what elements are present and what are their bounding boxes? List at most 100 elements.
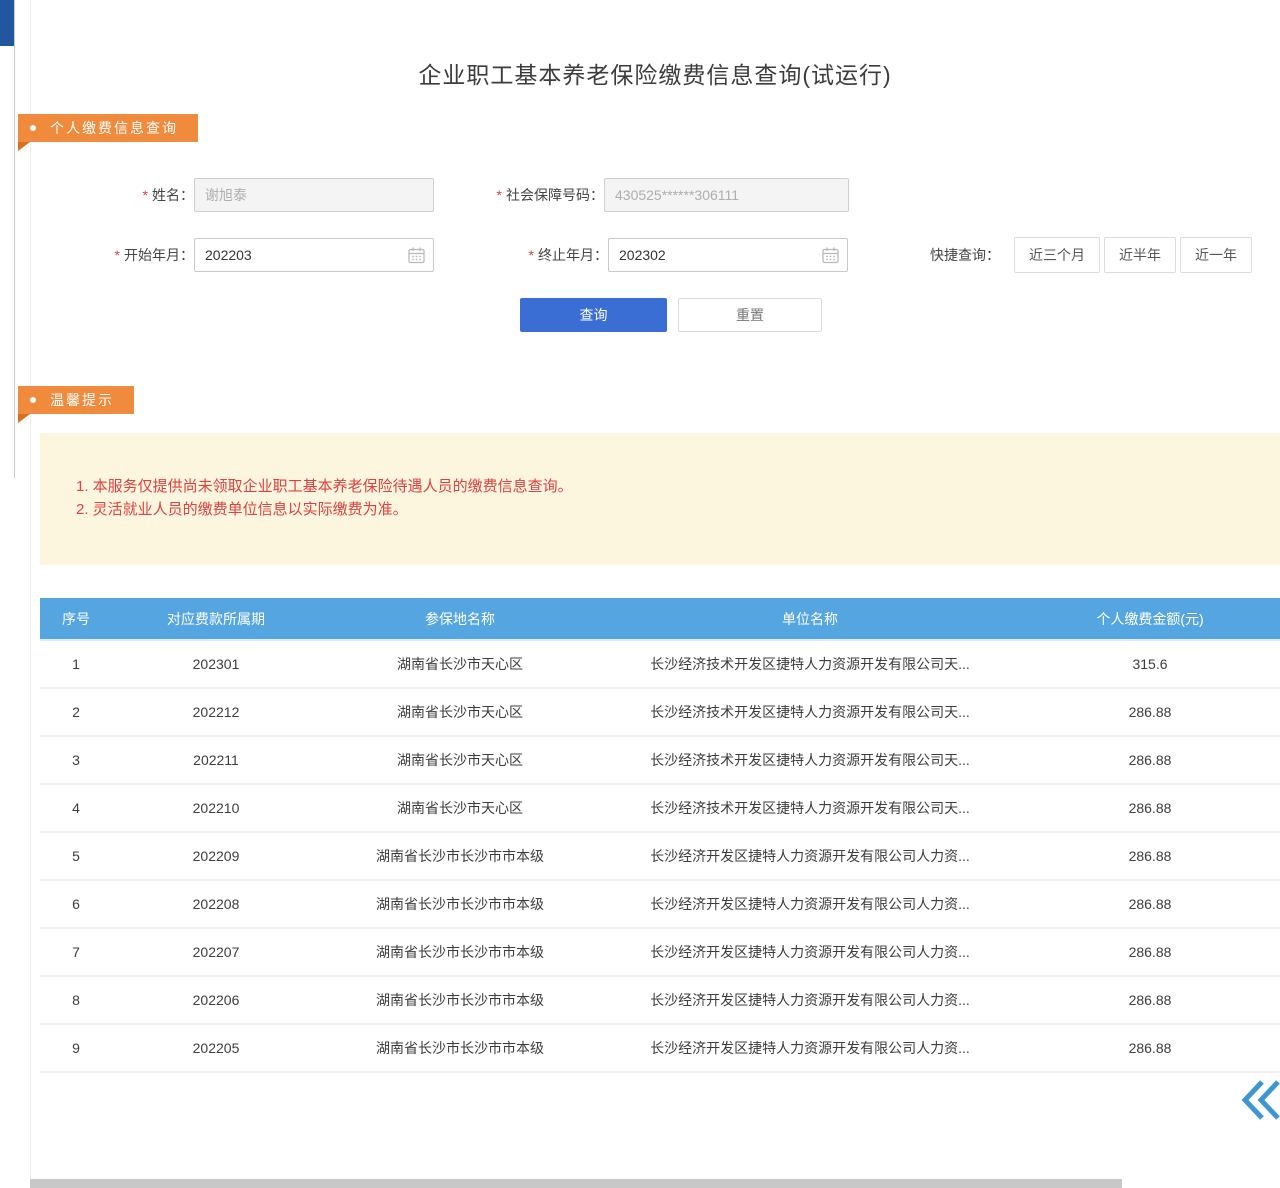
table-cell: 286.88: [1020, 688, 1280, 736]
required-asterisk: *: [115, 247, 120, 263]
table-header-cell: 对应费款所属期: [112, 598, 320, 640]
table-cell: 长沙经济开发区捷特人力资源开发有限公司人力资...: [600, 880, 1020, 928]
quick-query-label: 快捷查询：: [930, 245, 1000, 265]
bullet-icon: [30, 125, 36, 131]
left-divider: [14, 0, 15, 478]
table-cell: 202212: [112, 688, 320, 736]
table-cell: 3: [40, 736, 112, 784]
table-cell: 202206: [112, 976, 320, 1024]
required-asterisk: *: [529, 247, 534, 263]
section-badge-tips: 温馨提示: [18, 386, 134, 414]
table-cell: 202301: [112, 640, 320, 688]
table-cell: 286.88: [1020, 832, 1280, 880]
table-header-cell: 个人缴费金额(元): [1020, 598, 1280, 640]
end-month-field-group: *终止年月：: [498, 238, 848, 272]
start-month-input[interactable]: [194, 238, 434, 272]
form-actions: 查询 重置: [520, 298, 822, 332]
table-row: 8202206湖南省长沙市长沙市市本级长沙经济开发区捷特人力资源开发有限公司人力…: [40, 976, 1280, 1024]
table-header-cell: 单位名称: [600, 598, 1020, 640]
table-cell: 202211: [112, 736, 320, 784]
section-badge-personal-query: 个人缴费信息查询: [18, 114, 198, 142]
calendar-icon[interactable]: [822, 247, 839, 264]
table-cell: 202209: [112, 832, 320, 880]
table-header-row: 序号对应费款所属期参保地名称单位名称个人缴费金额(元): [40, 598, 1280, 640]
table-row: 5202209湖南省长沙市长沙市市本级长沙经济开发区捷特人力资源开发有限公司人力…: [40, 832, 1280, 880]
ssn-label: *社会保障号码：: [452, 185, 604, 205]
required-asterisk: *: [143, 187, 148, 203]
table-header-cell: 序号: [40, 598, 112, 640]
table-cell: 4: [40, 784, 112, 832]
tips-line: 1. 本服务仅提供尚未领取企业职工基本养老保险待遇人员的缴费信息查询。: [76, 475, 1260, 498]
table-cell: 286.88: [1020, 784, 1280, 832]
name-field-group: *姓名：: [88, 178, 434, 212]
table-cell: 286.88: [1020, 736, 1280, 784]
tips-line: 2. 灵活就业人员的缴费单位信息以实际缴费为准。: [76, 498, 1260, 521]
table-cell: 202207: [112, 928, 320, 976]
quick-1year-button[interactable]: 近一年: [1180, 237, 1252, 273]
double-chevron-left-icon[interactable]: [1240, 1076, 1280, 1124]
table-cell: 286.88: [1020, 928, 1280, 976]
payment-table: 序号对应费款所属期参保地名称单位名称个人缴费金额(元) 1202301湖南省长沙…: [40, 598, 1280, 1073]
table-cell: 长沙经济开发区捷特人力资源开发有限公司人力资...: [600, 928, 1020, 976]
start-month-field-group: *开始年月：: [84, 238, 434, 272]
table-row: 7202207湖南省长沙市长沙市市本级长沙经济开发区捷特人力资源开发有限公司人力…: [40, 928, 1280, 976]
table-cell: 315.6: [1020, 640, 1280, 688]
table-cell: 286.88: [1020, 976, 1280, 1024]
table-cell: 湖南省长沙市长沙市市本级: [320, 880, 600, 928]
table-row: 2202212湖南省长沙市天心区长沙经济技术开发区捷特人力资源开发有限公司天..…: [40, 688, 1280, 736]
table-row: 6202208湖南省长沙市长沙市市本级长沙经济开发区捷特人力资源开发有限公司人力…: [40, 880, 1280, 928]
bottom-scrollbar[interactable]: [30, 1179, 1122, 1188]
table-header-cell: 参保地名称: [320, 598, 600, 640]
table-cell: 长沙经济开发区捷特人力资源开发有限公司人力资...: [600, 832, 1020, 880]
table-cell: 长沙经济技术开发区捷特人力资源开发有限公司天...: [600, 688, 1020, 736]
table-cell: 湖南省长沙市长沙市市本级: [320, 1024, 600, 1072]
pension-query-page: 企业职工基本养老保险缴费信息查询(试运行) 个人缴费信息查询 *姓名： *社会保…: [0, 0, 1280, 1188]
table-cell: 2: [40, 688, 112, 736]
name-input: [194, 178, 434, 212]
quick-halfyear-button[interactable]: 近半年: [1104, 237, 1176, 273]
table-cell: 7: [40, 928, 112, 976]
table-cell: 9: [40, 1024, 112, 1072]
quick-3months-button[interactable]: 近三个月: [1014, 237, 1100, 273]
table-cell: 长沙经济开发区捷特人力资源开发有限公司人力资...: [600, 1024, 1020, 1072]
end-month-label: *终止年月：: [498, 245, 608, 265]
table-cell: 湖南省长沙市天心区: [320, 640, 600, 688]
table-row: 4202210湖南省长沙市天心区长沙经济技术开发区捷特人力资源开发有限公司天..…: [40, 784, 1280, 832]
ssn-field-group: *社会保障号码：: [452, 178, 849, 212]
section-badge-label: 温馨提示: [50, 390, 114, 410]
corner-accent: [0, 0, 14, 46]
name-label: *姓名：: [88, 185, 194, 205]
reset-button[interactable]: 重置: [678, 298, 822, 332]
query-button[interactable]: 查询: [520, 298, 667, 332]
table-cell: 湖南省长沙市天心区: [320, 784, 600, 832]
table-cell: 286.88: [1020, 1024, 1280, 1072]
required-asterisk: *: [497, 187, 502, 203]
table-row: 9202205湖南省长沙市长沙市市本级长沙经济开发区捷特人力资源开发有限公司人力…: [40, 1024, 1280, 1072]
table-cell: 长沙经济技术开发区捷特人力资源开发有限公司天...: [600, 640, 1020, 688]
quick-query-group: 快捷查询： 近三个月 近半年 近一年: [930, 238, 1252, 272]
table-cell: 湖南省长沙市天心区: [320, 736, 600, 784]
page-title: 企业职工基本养老保险缴费信息查询(试运行): [30, 56, 1280, 90]
table-cell: 6: [40, 880, 112, 928]
table-cell: 1: [40, 640, 112, 688]
table-cell: 长沙经济技术开发区捷特人力资源开发有限公司天...: [600, 784, 1020, 832]
table-cell: 202208: [112, 880, 320, 928]
table-cell: 长沙经济开发区捷特人力资源开发有限公司人力资...: [600, 976, 1020, 1024]
ssn-input: [604, 178, 849, 212]
table-cell: 湖南省长沙市天心区: [320, 688, 600, 736]
table-cell: 202210: [112, 784, 320, 832]
table-cell: 长沙经济技术开发区捷特人力资源开发有限公司天...: [600, 736, 1020, 784]
table-cell: 202205: [112, 1024, 320, 1072]
table-cell: 湖南省长沙市长沙市市本级: [320, 928, 600, 976]
calendar-icon[interactable]: [408, 247, 425, 264]
end-month-input[interactable]: [608, 238, 848, 272]
tips-notice-box: 1. 本服务仅提供尚未领取企业职工基本养老保险待遇人员的缴费信息查询。 2. 灵…: [40, 433, 1280, 565]
table-cell: 湖南省长沙市长沙市市本级: [320, 832, 600, 880]
table-cell: 5: [40, 832, 112, 880]
table-cell: 湖南省长沙市长沙市市本级: [320, 976, 600, 1024]
table-row: 3202211湖南省长沙市天心区长沙经济技术开发区捷特人力资源开发有限公司天..…: [40, 736, 1280, 784]
bullet-icon: [30, 397, 36, 403]
content-edge-divider: [30, 0, 31, 1188]
start-month-label: *开始年月：: [84, 245, 194, 265]
table-cell: 286.88: [1020, 880, 1280, 928]
